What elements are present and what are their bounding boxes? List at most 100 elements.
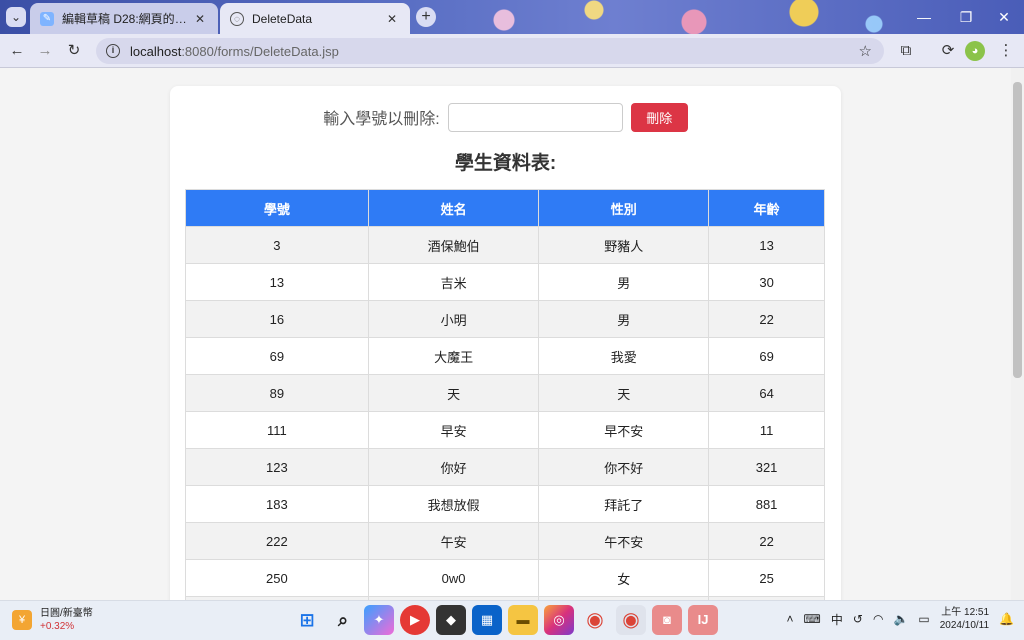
chrome-icon[interactable]: ◉ — [580, 605, 610, 635]
cell-id: 183 — [185, 485, 369, 523]
blog-favicon-icon: ✎ — [40, 11, 54, 26]
battery-icon[interactable]: ▭ — [918, 612, 929, 626]
scrollbar-thumb[interactable] — [1013, 82, 1022, 378]
delete-form: 輸入學號以刪除: 刪除 — [170, 102, 841, 132]
cell-id: 89 — [185, 374, 369, 412]
performance-icon[interactable]: ⟳ — [936, 39, 960, 63]
ime-indicator[interactable]: 中 — [831, 611, 843, 628]
store-icon[interactable]: ▦ — [472, 605, 502, 635]
delete-button[interactable]: 刪除 — [630, 102, 688, 132]
tab-title: DeleteData — [252, 11, 313, 26]
cell-gender: 野豬人 — [538, 226, 710, 264]
page-viewport: 輸入學號以刪除: 刪除 學生資料表: 學號 姓名 性別 年齡 3 酒保鮑伯 野豬人 1… — [0, 68, 1011, 600]
table-row: 16 小明男 22 — [185, 300, 825, 338]
browser-toolbar: ← → ↻ i localhost:8080/forms/DeleteData.… — [0, 34, 1024, 68]
notification-bell-icon[interactable]: 🔔 — [999, 612, 1014, 626]
table-row: 89 天天 64 — [185, 374, 825, 412]
start-windows-icon[interactable]: ⊞ — [292, 605, 322, 635]
intellij-icon[interactable]: IJ — [688, 605, 718, 635]
minimize-button[interactable]: — — [904, 0, 944, 34]
system-tray: ˄ ⌨ 中 ↺ ◠ 🔈 ▭ 上午 12:51 2024/10/11 🔔 — [787, 606, 1014, 632]
cell-age: 22 — [708, 522, 825, 560]
cell-age: 22 — [708, 300, 825, 338]
cell-id: 123 — [185, 448, 369, 486]
cell-age: 25 — [708, 559, 825, 597]
close-window-button[interactable]: ✕ — [984, 0, 1024, 34]
taskbar-apps: ⊞ ⌕ ✦ ▶ ◆ ▦ ▬ ◎ ◉ ◉ ◙ IJ — [292, 605, 718, 635]
volume-icon[interactable]: 🔈 — [893, 612, 908, 626]
copilot-icon[interactable]: ✦ — [364, 605, 394, 635]
new-tab-button[interactable]: + — [416, 7, 436, 27]
close-tab-icon[interactable]: ✕ — [192, 11, 208, 27]
cell-id: 69 — [185, 337, 369, 375]
unity-icon[interactable]: ◆ — [436, 605, 466, 635]
cell-gender: 早不安 — [538, 411, 710, 449]
column-header-id: 學號 — [185, 189, 369, 227]
cell-gender: 男 — [538, 300, 710, 338]
cell-age: 321 — [708, 448, 825, 486]
extensions-icon[interactable]: ⧉ — [894, 39, 918, 63]
student-id-input[interactable] — [447, 102, 623, 132]
tab-search-button[interactable]: ⌄ — [6, 7, 26, 27]
instagram-icon[interactable]: ◎ — [544, 605, 574, 635]
page-scrollbar[interactable] — [1011, 68, 1024, 600]
cell-name: 吉米 — [367, 263, 540, 301]
time-text: 上午 12:51 — [941, 607, 990, 618]
windows-taskbar: ¥ 日圓/新臺幣 +0.32% ⊞ ⌕ ✦ ▶ ◆ ▦ ▬ ◎ ◉ ◉ ◙ IJ… — [0, 600, 1024, 640]
address-bar[interactable]: i localhost:8080/forms/DeleteData.jsp ☆ — [96, 38, 884, 64]
cell-name: 早安 — [367, 411, 540, 449]
currency-change: +0.32% — [40, 621, 75, 632]
wifi-icon[interactable]: ◠ — [873, 612, 883, 626]
ime-mode-icon[interactable]: ↺ — [853, 612, 863, 626]
menu-kebab-icon[interactable]: ⋮ — [994, 39, 1018, 63]
table-row: 69 大魔王 我愛 69 — [185, 337, 825, 375]
discord-icon[interactable]: ◙ — [652, 605, 682, 635]
column-header-gender: 性別 — [538, 189, 710, 227]
cell-name: 午安 — [367, 522, 540, 560]
reload-button[interactable]: ↻ — [62, 39, 86, 63]
cell-gender: 天 — [538, 374, 710, 412]
cell-gender: 拜託了 — [538, 485, 710, 523]
cell-id: 3 — [185, 226, 369, 264]
cell-id: 16 — [185, 300, 369, 338]
tab-strip: ⌄ ✎ 編輯草稿 D28:網頁的美化效果 ✕ ◌ DeleteData ✕ + … — [0, 0, 1024, 34]
close-tab-icon[interactable]: ✕ — [384, 11, 400, 27]
cell-gender: 男 — [538, 263, 710, 301]
search-icon[interactable]: ⌕ — [328, 605, 358, 635]
table-row: 123 你好 你不好 321 — [185, 448, 825, 486]
theme-decoration — [474, 0, 894, 34]
currency-title: 日圓/新臺幣 — [40, 608, 93, 619]
tab-blog-draft[interactable]: ✎ 編輯草稿 D28:網頁的美化效果 ✕ — [30, 3, 218, 34]
cell-gender: 女 — [538, 559, 710, 597]
site-info-icon[interactable]: i — [106, 44, 120, 58]
forward-button[interactable]: → — [33, 39, 57, 63]
url-path: :8080/forms/DeleteData.jsp — [181, 43, 339, 59]
table-row: 250 0w0 女 25 — [185, 559, 825, 597]
file-explorer-icon[interactable]: ▬ — [508, 605, 538, 635]
cell-id: 250 — [185, 559, 369, 597]
cell-id: 111 — [185, 411, 369, 449]
bookmark-star-icon[interactable]: ☆ — [859, 42, 872, 60]
restore-button[interactable]: ❐ — [946, 0, 986, 34]
date-text: 2024/10/11 — [939, 620, 990, 631]
currency-widget[interactable]: ¥ 日圓/新臺幣 +0.32% — [12, 607, 93, 633]
keyboard-icon[interactable]: ⌨ — [804, 612, 821, 626]
cell-age: 13 — [708, 226, 825, 264]
back-button[interactable]: ← — [5, 39, 29, 63]
youtube-music-icon[interactable]: ▶ — [400, 605, 430, 635]
cell-age: 69 — [708, 337, 825, 375]
globe-icon: ◌ — [230, 11, 244, 26]
chrome-active-icon[interactable]: ◉ — [616, 605, 646, 635]
cell-name: 大魔王 — [367, 337, 540, 375]
cell-age: 64 — [708, 374, 825, 412]
clock[interactable]: 上午 12:51 2024/10/11 — [940, 606, 989, 632]
cell-age: 881 — [708, 485, 825, 523]
cell-gender: 我愛 — [538, 337, 710, 375]
cell-name: 你好 — [367, 448, 540, 486]
chevron-up-icon[interactable]: ˄ — [787, 612, 794, 626]
cell-age: 30 — [708, 263, 825, 301]
cell-name: 天 — [367, 374, 540, 412]
tab-deletedata[interactable]: ◌ DeleteData ✕ — [220, 3, 410, 34]
column-header-age: 年齡 — [708, 189, 825, 227]
profile-avatar[interactable]: ◕ — [965, 41, 985, 61]
